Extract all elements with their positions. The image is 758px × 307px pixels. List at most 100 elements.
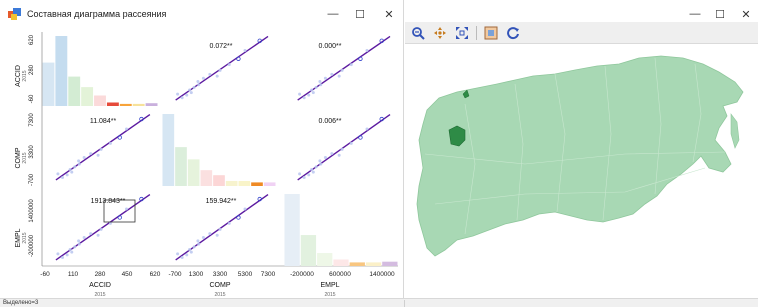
x-tick-label: -700: [168, 271, 181, 278]
map-island[interactable]: [730, 113, 740, 149]
scatter-point: [340, 68, 344, 72]
x-tick-label: 7300: [261, 271, 276, 278]
scatter-point: [192, 245, 196, 249]
scatter-point: [196, 79, 200, 83]
histogram-bar: [145, 103, 158, 106]
histogram-bar: [317, 253, 333, 266]
x-tick-label: 1300: [189, 271, 204, 278]
scatter-point: [197, 83, 201, 87]
histogram-bar: [187, 159, 200, 186]
scatter-point: [302, 175, 306, 179]
chart-marks[interactable]: [41, 32, 398, 267]
scatter-point: [310, 88, 314, 92]
histogram-bar: [382, 261, 398, 266]
maximize-button[interactable]: ☐: [712, 6, 728, 22]
scatter-point: [298, 92, 302, 96]
region-map[interactable]: [405, 44, 758, 298]
scatter-point: [61, 255, 65, 259]
y-tick-label: 280: [29, 64, 35, 75]
scatter-point: [73, 165, 77, 169]
titlebar[interactable]: Составная диаграмма рассеяния: [0, 0, 403, 28]
cell-label-accid-vs-empl: 1913.843**: [91, 198, 126, 205]
scatter-point: [99, 147, 103, 151]
scatter-point: [189, 250, 193, 254]
scatter-point: [185, 93, 189, 97]
scatter-point: [201, 76, 205, 80]
x-tick-label: 3300: [213, 271, 228, 278]
scatter-point: [307, 93, 311, 97]
close-button[interactable]: ✕: [738, 6, 754, 22]
histogram-bar: [68, 76, 81, 106]
extent-icon[interactable]: [454, 25, 470, 41]
toolbar-separator: [476, 25, 477, 40]
x-axis-accid: -60 110 280 450 620 ACCID 2015: [40, 271, 161, 298]
scatter-point: [185, 253, 189, 257]
map-window: — ☐ ✕: [405, 0, 758, 298]
y-tick-label: -200000: [29, 234, 35, 257]
scatter-point: [176, 252, 180, 256]
scatter-matrix-window: Составная диаграмма рассеяния — ☐ ✕ ACCI…: [0, 0, 404, 298]
app-icon: [8, 8, 21, 20]
scatter-point: [311, 170, 315, 174]
map-toolbar: [405, 22, 758, 44]
scatter-point: [180, 96, 184, 100]
histogram-bar: [162, 114, 175, 186]
select-icon[interactable]: [483, 25, 499, 41]
scatter-point: [176, 92, 180, 96]
maximize-button[interactable]: ☐: [352, 6, 368, 22]
scatter-point: [243, 207, 247, 211]
scatter-point: [188, 88, 192, 92]
scatter-point: [196, 239, 200, 243]
scatter-point: [77, 162, 81, 166]
scatter-point: [82, 236, 86, 240]
scatter-point: [307, 173, 311, 177]
minimize-button[interactable]: —: [687, 6, 703, 22]
scatter-point: [365, 48, 369, 52]
scatter-point: [302, 96, 306, 100]
y-axis-label-empl: EMPL: [15, 228, 22, 247]
scatter-point: [330, 72, 334, 76]
scatter-point: [318, 159, 322, 163]
scatter-point: [201, 236, 205, 240]
x-tick-label: 620: [150, 271, 161, 278]
scatter-point: [337, 153, 341, 157]
y-year-label-comp: 2015: [22, 152, 28, 163]
x-axis-label-empl: EMPL: [320, 282, 339, 289]
minimize-button[interactable]: —: [325, 6, 341, 22]
histogram-bar: [213, 175, 225, 186]
histogram-bar: [284, 194, 300, 266]
scatter-point: [314, 165, 318, 169]
y-tick-label: 3300: [29, 145, 35, 159]
scatter-point: [99, 227, 103, 231]
x-tick-label: -200000: [290, 271, 314, 278]
close-button[interactable]: ✕: [381, 6, 397, 22]
scatter-matrix[interactable]: ACCID 2015 620 280 -60 COMP 2015 7300 33…: [0, 28, 404, 298]
refresh-icon[interactable]: [505, 25, 521, 41]
y-tick-label: -60: [29, 94, 35, 103]
cell-label-empl-vs-comp: 0.006**: [319, 118, 342, 125]
x-tick-label: 450: [122, 271, 133, 278]
status-bar: Выделено=3: [0, 298, 758, 307]
scatter-point: [61, 175, 65, 179]
scatter-point: [310, 168, 314, 172]
histogram-bar: [81, 87, 94, 106]
zoom-icon[interactable]: [410, 25, 426, 41]
x-axis-comp: -700 1300 3300 5300 7300 COMP 2015: [168, 271, 275, 298]
pan-icon[interactable]: [432, 25, 448, 41]
y-axis-label-comp: COMP: [15, 147, 22, 168]
scatter-point: [319, 83, 323, 87]
x-tick-label: 600000: [329, 271, 351, 278]
histogram-bar: [349, 262, 365, 266]
histogram-bar: [238, 180, 251, 186]
scatter-point: [77, 239, 81, 243]
cell-label-empl-vs-accid: 0.000**: [319, 43, 342, 50]
scatter-point: [77, 242, 81, 246]
scatter-point: [323, 156, 327, 160]
histogram-bar: [333, 259, 349, 266]
scatter-point: [65, 173, 69, 177]
scatter-point: [218, 68, 222, 72]
scatter-point: [56, 172, 60, 176]
scatter-point: [311, 91, 315, 95]
y-axis-empl: EMPL 2015 1400000 -200000: [15, 199, 35, 257]
x-tick-label: 5300: [238, 271, 253, 278]
